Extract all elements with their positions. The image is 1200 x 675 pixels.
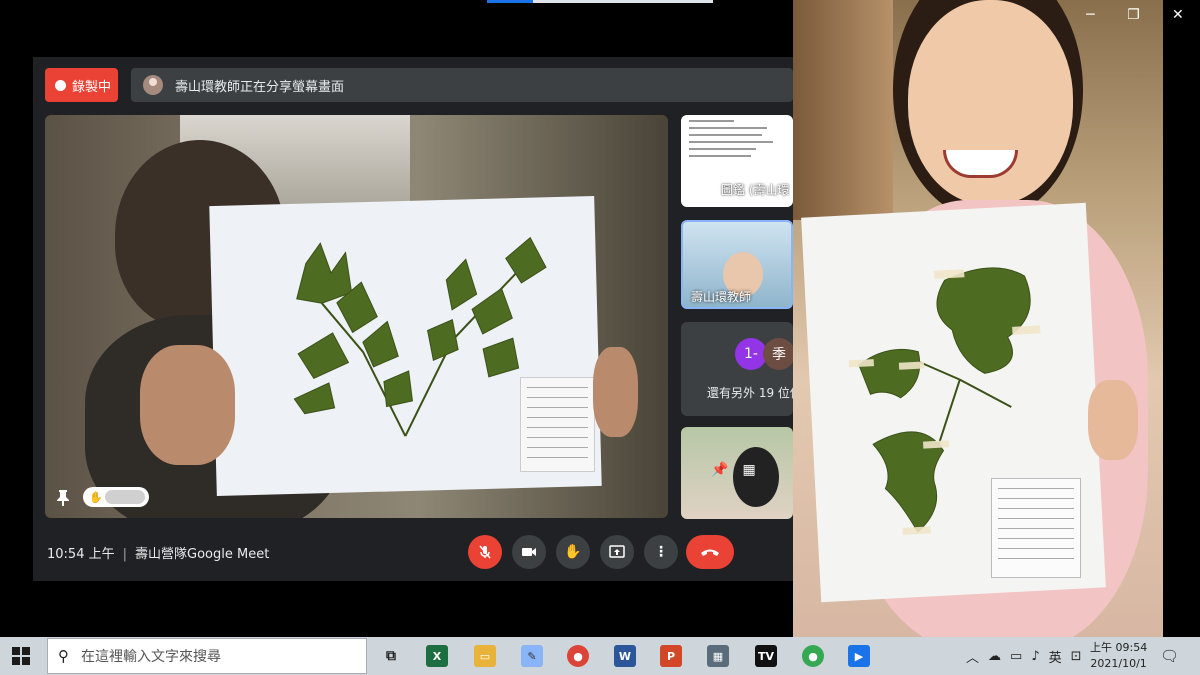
hang-up-icon (701, 549, 719, 556)
specimen-label-card-right (991, 478, 1081, 578)
system-tray: ︿ ☁ ▭ ♪ 英 ⊡ (966, 647, 1082, 666)
avatar (143, 75, 163, 95)
specimen-label-card (520, 377, 595, 472)
search-icon: ⚲ (58, 647, 69, 665)
media-player-icon[interactable]: ▶ (848, 645, 870, 667)
girl-hand (1088, 380, 1138, 460)
mic-off-icon (479, 545, 491, 559)
presentation-banner: 壽山環教師正在分享螢幕畫面 (131, 68, 793, 102)
minimize-icon[interactable]: ─ (1086, 7, 1094, 23)
tile-shared-document[interactable]: 圖鑑 (壽山環 (681, 115, 793, 207)
recording-badge: 錄製中 (45, 68, 118, 102)
word-icon[interactable]: W (614, 645, 636, 667)
file-explorer-icon[interactable]: ▭ (474, 645, 496, 667)
chrome-profile-icon[interactable]: ● (802, 645, 824, 667)
redacted-name (105, 490, 145, 504)
powerpoint-icon[interactable]: P (660, 645, 682, 667)
paint-icon[interactable]: ✎ (521, 645, 543, 667)
chevron-up-icon[interactable]: ︿ (966, 647, 979, 666)
ime-mode-icon[interactable]: ⊡ (1071, 649, 1082, 664)
others-count-text: 還有另外 19 位使 (707, 386, 793, 400)
cloud-icon[interactable]: ☁ (988, 649, 1001, 664)
hang-up-button[interactable] (686, 535, 734, 569)
clock-time: 上午 09:54 (1090, 641, 1148, 654)
ime-indicator[interactable]: 英 (1049, 647, 1062, 666)
left-hand (140, 345, 235, 465)
tile-doc-caption: 圖鑑 (壽山環 (721, 183, 790, 197)
windows-start-icon[interactable] (12, 647, 30, 665)
restore-icon[interactable]: ❐ (1127, 7, 1140, 23)
excel-icon[interactable]: X (426, 645, 448, 667)
clock-date: 2021/10/1 (1090, 657, 1147, 670)
notification-icon[interactable]: 🗨 (1160, 647, 1179, 665)
tile-teacher[interactable]: 壽山環教師 (681, 220, 793, 309)
close-icon[interactable]: ✕ (1172, 7, 1184, 23)
camera-toggle-button[interactable] (512, 535, 546, 569)
background-shelf (793, 0, 893, 220)
chrome-icon[interactable]: ● (567, 645, 589, 667)
task-view-icon[interactable]: ⧉ (380, 645, 402, 667)
taskbar-search-box[interactable]: ⚲ 在這裡輸入文字來搜尋 (47, 638, 367, 674)
raise-hand-icon: ✋ (89, 490, 103, 504)
meet-bottom-bar: 10:54 上午 | 壽山營隊Google Meet ✋ ⋮ (33, 535, 793, 581)
raise-hand-button[interactable]: ✋ (556, 535, 590, 569)
meeting-info: 10:54 上午 | 壽山營隊Google Meet (47, 547, 270, 562)
share-banner-text: 壽山環教師正在分享螢幕畫面 (175, 79, 345, 95)
desktop: 錄製中 壽山環教師正在分享螢幕畫面 ✋ 圖鑑 (壽山環 壽山環教師 1- 季 還… (0, 0, 1200, 675)
meet-window: 錄製中 壽山環教師正在分享螢幕畫面 ✋ 圖鑑 (壽山環 壽山環教師 1- 季 還… (33, 57, 793, 581)
right-hand (593, 347, 638, 437)
taskbar-clock[interactable]: 上午 09:54 2021/10/1 (1090, 640, 1147, 672)
avatar: 季 (763, 338, 793, 370)
tradingview-icon[interactable]: TV (755, 645, 777, 667)
tile-others[interactable]: 1- 季 還有另外 19 位使 (681, 322, 793, 416)
more-vert-icon: ⋮ (654, 544, 668, 560)
meeting-time: 10:54 上午 (47, 547, 115, 562)
participant-name-pill: ✋ (83, 487, 149, 507)
more-options-button[interactable]: ⋮ (644, 535, 678, 569)
volume-icon[interactable]: ♪ (1031, 649, 1039, 664)
tile-teacher-caption: 壽山環教師 (691, 290, 752, 304)
top-tab-indicator (487, 0, 713, 3)
taskbar: ⚲ 在這裡輸入文字來搜尋 ⧉ X ▭ ✎ ● W P ▦ TV ● ▶ ︿ ☁ … (0, 637, 1200, 675)
window-controls: ─ ❐ ✕ (1070, 0, 1200, 30)
present-screen-icon (609, 545, 625, 558)
main-video-tile[interactable]: ✋ (45, 115, 668, 518)
raise-hand-icon: ✋ (564, 544, 582, 560)
camera-icon (522, 548, 536, 556)
pin-icon[interactable] (55, 488, 71, 508)
battery-icon[interactable]: ▭ (1010, 649, 1022, 664)
grid-icon[interactable]: ▦ (742, 462, 755, 478)
record-dot-icon (55, 79, 66, 91)
search-placeholder: 在這裡輸入文字來搜尋 (81, 649, 221, 665)
pin-icon[interactable]: 📌 (711, 462, 728, 478)
present-screen-button[interactable] (600, 535, 634, 569)
webcam-video (793, 0, 1163, 637)
tile-participant[interactable]: 📌 ▦ (681, 427, 793, 519)
recording-label: 錄製中 (72, 79, 112, 95)
calculator-icon[interactable]: ▦ (707, 645, 729, 667)
mic-toggle-button[interactable] (468, 535, 502, 569)
meeting-name: 壽山營隊Google Meet (135, 547, 270, 562)
